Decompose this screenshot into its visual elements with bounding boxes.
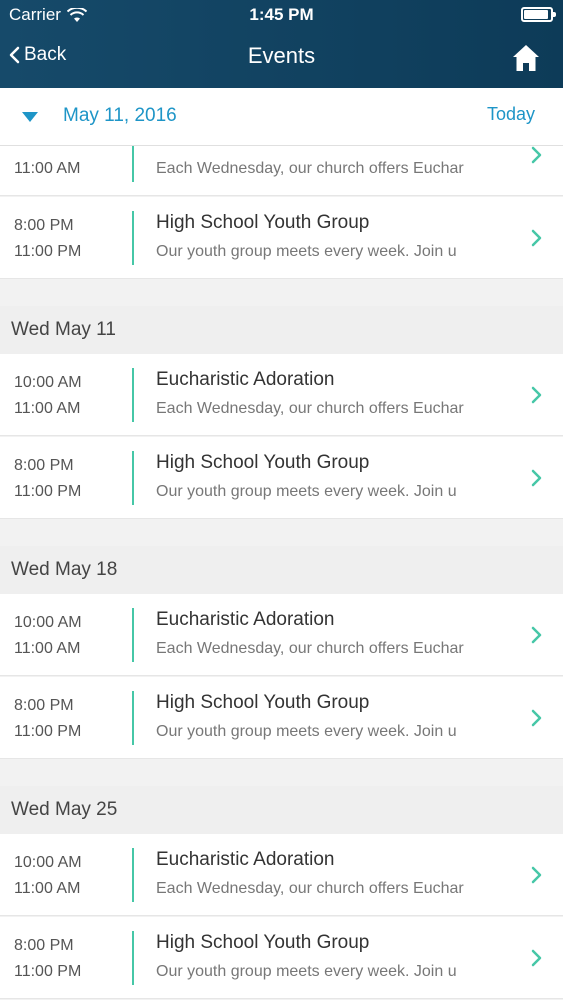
event-divider: [132, 931, 134, 985]
event-description: Each Wednesday, our church offers Euchar: [156, 400, 464, 417]
event-start-time: 8:00 PM: [14, 697, 74, 714]
event-divider: [132, 451, 134, 505]
event-end-time: 11:00 PM: [14, 723, 82, 740]
event-start-time: 8:00 PM: [14, 217, 74, 234]
header: Carrier 1:45 PM Back Events: [0, 0, 563, 88]
event-description: Each Wednesday, our church offers Euchar: [156, 640, 464, 657]
event-title: High School Youth Group: [156, 932, 370, 953]
event-row[interactable]: 10:00 AM 11:00 AM Eucharistic Adoration …: [0, 834, 563, 916]
event-title: High School Youth Group: [156, 212, 370, 233]
section-header: Wed May 25: [0, 786, 563, 834]
caret-down-icon[interactable]: [22, 112, 38, 122]
event-row[interactable]: 11:00 AM Each Wednesday, our church offe…: [0, 146, 563, 196]
battery-icon: [521, 7, 556, 22]
chevron-right-icon: [531, 949, 542, 967]
event-description: Each Wednesday, our church offers Euchar: [156, 880, 464, 897]
event-list[interactable]: 11:00 AM Each Wednesday, our church offe…: [0, 146, 563, 1000]
section-date: Wed May 18: [11, 559, 118, 580]
section-header: Wed May 18: [0, 546, 563, 594]
event-start-time: 10:00 AM: [14, 374, 82, 391]
status-bar: Carrier 1:45 PM: [0, 0, 563, 30]
event-end-time: 11:00 AM: [14, 160, 81, 177]
chevron-right-icon: [531, 146, 542, 164]
section-date: Wed May 25: [11, 799, 118, 820]
event-title: Eucharistic Adoration: [156, 369, 335, 390]
event-end-time: 11:00 PM: [14, 483, 82, 500]
today-button[interactable]: Today: [487, 104, 535, 125]
event-description: Our youth group meets every week. Join u: [156, 243, 457, 260]
event-divider: [132, 146, 134, 182]
event-end-time: 11:00 AM: [14, 400, 81, 417]
chevron-right-icon: [531, 866, 542, 884]
event-start-time: 10:00 AM: [14, 854, 82, 871]
nav-bar: Back Events: [0, 30, 563, 88]
event-row[interactable]: 8:00 PM 11:00 PM High School Youth Group…: [0, 437, 563, 519]
event-row[interactable]: 8:00 PM 11:00 PM High School Youth Group…: [0, 917, 563, 999]
event-row[interactable]: 10:00 AM 11:00 AM Eucharistic Adoration …: [0, 594, 563, 676]
event-start-time: 10:00 AM: [14, 614, 82, 631]
section-header: Wed May 11: [0, 306, 563, 354]
page-title: Events: [247, 43, 316, 68]
event-description: Each Wednesday, our church offers Euchar: [156, 160, 464, 177]
status-time: 1:45 PM: [249, 5, 314, 24]
event-description: Our youth group meets every week. Join u: [156, 483, 457, 500]
event-title: Eucharistic Adoration: [156, 849, 335, 870]
event-divider: [132, 608, 134, 662]
event-end-time: 11:00 PM: [14, 243, 82, 260]
selected-date[interactable]: May 11, 2016: [63, 105, 177, 127]
chevron-right-icon: [531, 626, 542, 644]
chevron-right-icon: [531, 386, 542, 404]
event-end-time: 11:00 AM: [14, 640, 81, 657]
home-icon[interactable]: [511, 43, 541, 73]
chevron-right-icon: [531, 469, 542, 487]
event-title: Eucharistic Adoration: [156, 609, 335, 630]
event-description: Our youth group meets every week. Join u: [156, 963, 457, 980]
event-row[interactable]: 8:00 PM 11:00 PM High School Youth Group…: [0, 197, 563, 279]
section-date: Wed May 11: [11, 319, 116, 340]
chevron-right-icon: [531, 229, 542, 247]
chevron-right-icon: [531, 709, 542, 727]
event-divider: [132, 848, 134, 902]
event-start-time: 8:00 PM: [14, 937, 74, 954]
event-divider: [132, 691, 134, 745]
event-end-time: 11:00 AM: [14, 880, 81, 897]
event-title: High School Youth Group: [156, 452, 370, 473]
event-divider: [132, 368, 134, 422]
event-row[interactable]: 10:00 AM 11:00 AM Eucharistic Adoration …: [0, 354, 563, 436]
event-divider: [132, 211, 134, 265]
event-row[interactable]: 8:00 PM 11:00 PM High School Youth Group…: [0, 677, 563, 759]
event-end-time: 11:00 PM: [14, 963, 82, 980]
date-bar: May 11, 2016 Today: [0, 88, 563, 146]
event-description: Our youth group meets every week. Join u: [156, 723, 457, 740]
event-start-time: 8:00 PM: [14, 457, 74, 474]
event-title: High School Youth Group: [156, 692, 370, 713]
